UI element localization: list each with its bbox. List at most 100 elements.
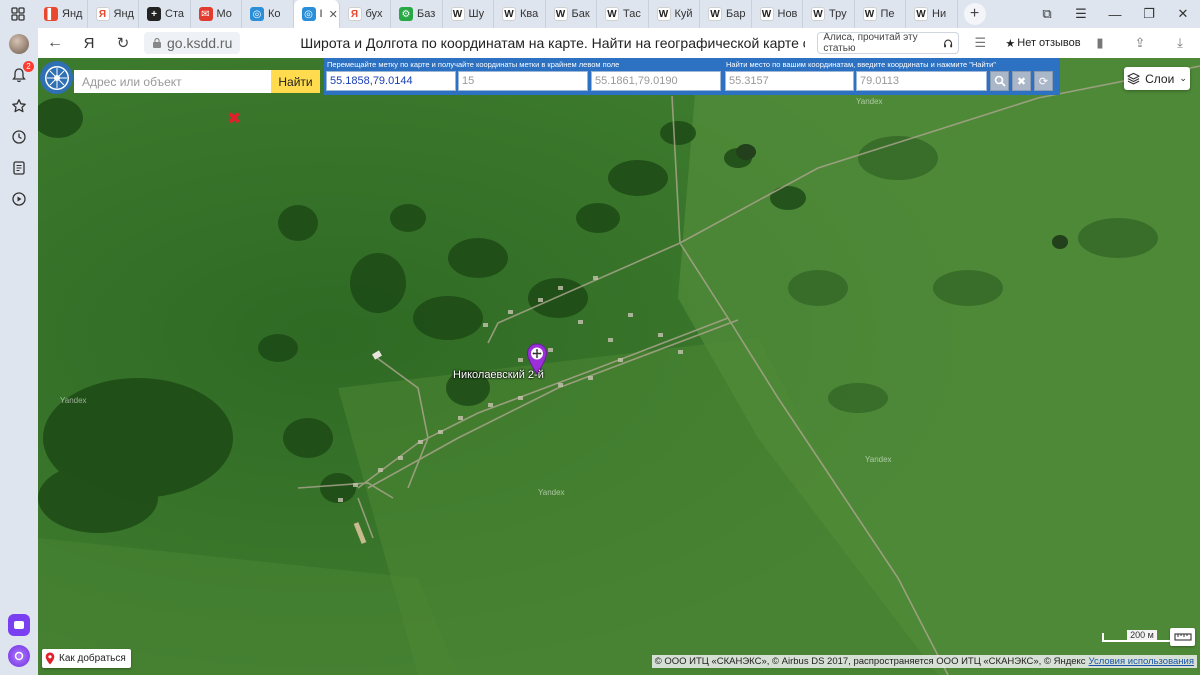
browser-tab[interactable]: ▌ Янд xyxy=(36,0,88,28)
yandex-home-button[interactable]: Я xyxy=(72,28,106,58)
ruler-icon xyxy=(1173,633,1192,641)
center-coords-field[interactable] xyxy=(591,71,721,91)
share-icon[interactable]: ⇪ xyxy=(1120,35,1160,51)
url-field[interactable]: go.ksdd.ru xyxy=(144,32,241,54)
terms-link[interactable]: Условия использования xyxy=(1089,656,1194,667)
collections-button[interactable] xyxy=(8,157,30,179)
tab-favicon-icon: W xyxy=(759,7,774,21)
browser-tab[interactable]: W Пе xyxy=(855,0,906,28)
lock-icon xyxy=(153,37,161,48)
clock-icon xyxy=(12,130,26,144)
longitude-input[interactable] xyxy=(856,71,987,91)
satellite-map[interactable]: Найти Перемещайте метку по карте и получ… xyxy=(38,58,1200,675)
browser-window: ▌ Янд Я Янд + Ста ✉ Мо ◎ Ко ◎ I ✕ Ябух ⚙ Баз W Шу W Ква W Бак… xyxy=(0,0,1200,675)
new-tab-button[interactable]: + xyxy=(963,3,986,25)
tab-favicon-icon: W xyxy=(450,7,465,21)
reviews-button[interactable]: ★ Нет отзывов xyxy=(1005,37,1080,50)
chat-icon xyxy=(14,621,24,629)
browser-tab[interactable]: W Бак xyxy=(546,0,597,28)
scale-label: 200 м xyxy=(1127,630,1157,640)
find-coords-caption: Найти место по вашим координатам, введит… xyxy=(726,60,996,69)
site-logo[interactable] xyxy=(40,61,73,94)
tab-label: Ква xyxy=(520,8,539,20)
browser-tab[interactable]: W Тру xyxy=(803,0,855,28)
browser-tab[interactable]: W Ква xyxy=(494,0,546,28)
close-window-button[interactable]: ✕ xyxy=(1166,6,1200,22)
find-coords-button[interactable] xyxy=(990,71,1009,91)
profile-avatar[interactable] xyxy=(8,33,30,55)
ruler-button[interactable] xyxy=(1170,628,1195,646)
window-controls: ⧉ ☰ — ❐ ✕ xyxy=(1030,0,1200,28)
apps-grid-button[interactable] xyxy=(0,0,36,28)
tab-label: Янд xyxy=(113,8,134,20)
coordinates-panel: Перемещайте метку по карте и получайте к… xyxy=(324,58,1060,95)
reload-button[interactable]: ↻ xyxy=(106,28,140,58)
notifications-button[interactable]: 2 xyxy=(8,61,34,86)
browser-tab[interactable]: W Бар xyxy=(700,0,752,28)
place-name-label: Николаевский 2-й xyxy=(453,369,544,381)
history-button[interactable] xyxy=(8,126,30,148)
tab-favicon-icon: ⚙ xyxy=(399,7,413,21)
notifications-badge: 2 xyxy=(23,61,34,72)
tab-close-button[interactable]: ✕ xyxy=(329,8,338,21)
address-bar: ← Я ↻ go.ksdd.ru Широта и Долгота по коо… xyxy=(38,28,1200,58)
tab-favicon-icon: W xyxy=(914,7,928,21)
browser-tab[interactable]: W Нов xyxy=(752,0,803,28)
tabs-overview-button[interactable]: ⧉ xyxy=(1030,6,1064,22)
map-search-input[interactable] xyxy=(74,70,271,93)
headphones-icon xyxy=(944,39,953,47)
minimize-button[interactable]: — xyxy=(1098,7,1132,22)
back-button[interactable]: ← xyxy=(38,28,72,58)
tab-strip: ▌ Янд Я Янд + Ста ✉ Мо ◎ Ко ◎ I ✕ Ябух ⚙ Баз W Шу W Ква W Бак… xyxy=(0,0,1200,28)
grid-icon xyxy=(11,7,25,21)
map-search-button[interactable]: Найти xyxy=(271,70,320,93)
restore-button[interactable]: ❐ xyxy=(1132,6,1166,22)
browser-tab[interactable]: W Тас xyxy=(597,0,649,28)
tab-label: Тас xyxy=(623,8,641,20)
clear-coords-button[interactable]: ✖ xyxy=(1012,71,1031,91)
tab-label: Ни xyxy=(932,8,947,20)
tab-favicon-icon: W xyxy=(605,7,619,21)
yandex-watermark: Yandex xyxy=(856,97,883,106)
video-button[interactable] xyxy=(8,188,30,210)
refresh-coords-button[interactable]: ⟳ xyxy=(1034,71,1053,91)
red-cross-marker-icon[interactable]: ✖ xyxy=(227,109,241,129)
browser-tab[interactable]: + Ста xyxy=(139,0,191,28)
browser-tab[interactable]: ◎ I ✕ xyxy=(293,0,340,28)
layers-icon xyxy=(1127,72,1140,85)
bookmark-icon[interactable]: ▮ xyxy=(1080,35,1120,51)
latitude-input[interactable] xyxy=(725,71,854,91)
reload-icon: ↻ xyxy=(116,35,130,52)
reader-mode-button[interactable]: ☰ xyxy=(965,35,995,51)
bookmarks-button[interactable] xyxy=(8,95,30,117)
yandex-watermark: Yandex xyxy=(60,396,87,405)
layers-button[interactable]: Слои ⌄ xyxy=(1124,67,1190,90)
directions-button[interactable]: Как добраться xyxy=(42,649,131,668)
directions-label: Как добраться xyxy=(59,653,126,664)
browser-tab[interactable]: ✉ Мо xyxy=(191,0,242,28)
yandex-watermark: Yandex xyxy=(538,488,565,497)
messenger-button[interactable] xyxy=(8,614,30,636)
tab-label: Куй xyxy=(674,8,693,20)
downloads-icon[interactable]: ⤓ xyxy=(1160,35,1200,51)
browser-tab[interactable]: ◎ Ко xyxy=(242,0,294,28)
browser-tab[interactable]: Ябух xyxy=(340,0,391,28)
copyright-notice: © ООО ИТЦ «СКАНЭКС», © Airbus DS 2017, р… xyxy=(651,655,1197,668)
tab-label: Шу xyxy=(468,8,485,20)
marker-coords-field[interactable] xyxy=(326,71,456,91)
browser-tab[interactable]: W Шу xyxy=(443,0,494,28)
alice-read-article-button[interactable]: Алиса, прочитай эту статью xyxy=(817,32,960,54)
browser-tab[interactable]: Я Янд xyxy=(88,0,139,28)
tab-favicon-icon: ✉ xyxy=(198,7,213,21)
alice-button[interactable] xyxy=(8,645,30,667)
browser-tab[interactable]: W Куй xyxy=(649,0,700,28)
alice-icon xyxy=(14,651,24,661)
menu-icon[interactable]: ☰ xyxy=(1064,6,1098,22)
zoom-field[interactable] xyxy=(458,71,588,91)
tab-favicon-icon: W xyxy=(708,7,722,21)
browser-tab[interactable]: W Ни xyxy=(906,0,958,28)
reviews-label: Нет отзывов xyxy=(1017,37,1081,49)
browser-tab[interactable]: ⚙ Баз xyxy=(391,0,443,28)
tab-label: I xyxy=(319,8,323,20)
star-filled-icon: ★ xyxy=(1005,37,1016,50)
